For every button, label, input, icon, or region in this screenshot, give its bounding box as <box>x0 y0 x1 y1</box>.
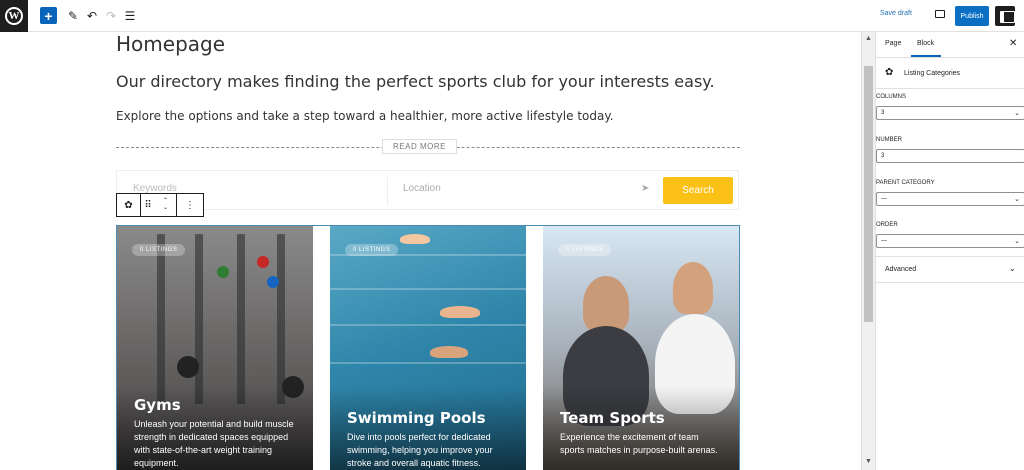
redo-icon[interactable]: ↷ <box>101 6 121 26</box>
card-title: Team Sports <box>560 409 665 427</box>
block-type-icon[interactable]: ✿ <box>117 194 141 216</box>
swimmer-graphic <box>440 306 480 318</box>
number-input[interactable]: 3 <box>876 149 1024 163</box>
add-block-icon[interactable]: + <box>40 7 57 24</box>
parent-category-value: — <box>881 196 887 202</box>
editor-top-toolbar: W + ✎ ↶ ↷ ☰ Save draft Publish <box>0 0 1024 32</box>
undo-icon[interactable]: ↶ <box>82 6 102 26</box>
save-draft-button[interactable]: Save draft <box>880 10 912 17</box>
listing-categories-block-icon: ✿ <box>885 67 894 78</box>
columns-value: 3 <box>881 110 885 116</box>
close-icon[interactable]: ✕ <box>1009 38 1017 49</box>
tab-block[interactable]: Block <box>917 40 934 47</box>
move-up-down-icon[interactable]: ⌃ ⌄ <box>155 194 177 216</box>
swimmer-graphic <box>400 234 430 244</box>
player-face-graphic <box>583 276 629 332</box>
gym-rack-graphic <box>157 234 165 404</box>
location-input[interactable]: Location <box>403 183 441 194</box>
listing-categories-block[interactable]: 0 LISTINGS Gyms Unleash your potential a… <box>116 225 740 470</box>
chevron-down-icon: ⌄ <box>1009 264 1016 273</box>
swimmer-graphic <box>430 346 468 358</box>
lane-line-graphic <box>330 362 526 364</box>
block-toolbar: ✿ ⠿ ⌃ ⌄ ⋮ <box>116 193 204 217</box>
locate-arrow-icon[interactable]: ➤ <box>641 183 649 194</box>
category-card-swimming-pools[interactable]: 0 LISTINGS Swimming Pools Dive into pool… <box>330 226 526 470</box>
lane-line-graphic <box>330 288 526 290</box>
order-select[interactable]: — ⌄ <box>876 234 1024 248</box>
card-title: Gyms <box>134 396 181 414</box>
order-value: — <box>881 238 887 244</box>
canvas-scrollbar[interactable]: ▲ ▼ <box>861 32 875 470</box>
gym-rack-graphic <box>277 234 285 404</box>
category-card-gyms[interactable]: 0 LISTINGS Gyms Unleash your potential a… <box>117 226 313 470</box>
scroll-down-arrow-icon[interactable]: ▼ <box>865 458 872 465</box>
number-value: 3 <box>881 153 885 159</box>
gym-rack-graphic <box>195 234 203 404</box>
listings-count-badge: 0 LISTINGS <box>132 244 186 256</box>
advanced-panel-toggle[interactable]: Advanced ⌄ <box>876 256 1024 283</box>
gym-rack-graphic <box>237 234 245 404</box>
page-title[interactable]: Homepage <box>116 32 225 56</box>
chevron-down-icon: ⌄ <box>1014 238 1020 245</box>
card-description: Experience the excitement of team sports… <box>560 432 718 455</box>
listings-count-badge: 0 LISTINGS <box>345 244 399 256</box>
card-description: Unleash your potential and build muscle … <box>134 419 294 468</box>
edit-tools-icon[interactable]: ✎ <box>63 6 83 26</box>
number-label: NUMBER <box>876 137 903 143</box>
search-button[interactable]: Search <box>663 177 733 204</box>
editor-canvas: Homepage Our directory makes finding the… <box>0 32 861 470</box>
scrollbar-thumb[interactable] <box>864 66 873 322</box>
scroll-up-arrow-icon[interactable]: ▲ <box>865 35 872 42</box>
document-overview-icon[interactable]: ☰ <box>120 6 140 26</box>
wordpress-logo-icon[interactable]: W <box>0 0 28 32</box>
parent-category-label: PARENT CATEGORY <box>876 180 935 186</box>
columns-select[interactable]: 3 ⌄ <box>876 106 1024 120</box>
medicine-ball-graphic <box>257 256 269 268</box>
lead-heading[interactable]: Our directory makes finding the perfect … <box>116 72 715 91</box>
tab-page[interactable]: Page <box>885 40 901 47</box>
category-card-team-sports[interactable]: 0 LISTINGS Team Sports Experience the ex… <box>543 226 739 470</box>
listing-search-form: Keywords Location ➤ Search <box>116 170 739 210</box>
weight-plate-graphic <box>177 356 199 378</box>
block-name: Listing Categories <box>904 70 961 77</box>
chevron-down-icon: ⌄ <box>1014 110 1020 117</box>
preview-icon[interactable] <box>935 10 945 18</box>
more-options-icon[interactable]: ⋮ <box>177 194 203 216</box>
medicine-ball-graphic <box>217 266 229 278</box>
columns-label: COLUMNS <box>876 94 907 100</box>
card-overlay <box>543 386 739 470</box>
sidebar-tabs: Page Block ✕ <box>876 32 1024 58</box>
active-tab-indicator <box>911 55 941 57</box>
search-divider <box>387 177 388 205</box>
settings-sidebar: Page Block ✕ ✿ Listing Categories COLUMN… <box>875 32 1024 470</box>
lane-line-graphic <box>330 324 526 326</box>
chevron-down-icon: ⌄ <box>1014 196 1020 203</box>
publish-button[interactable]: Publish <box>955 6 989 26</box>
settings-sidebar-icon[interactable] <box>995 6 1015 26</box>
order-label: ORDER <box>876 222 898 228</box>
player-face-graphic <box>673 262 713 314</box>
drag-handle-icon[interactable]: ⠿ <box>141 194 155 216</box>
advanced-label: Advanced <box>885 266 917 273</box>
card-title: Swimming Pools <box>347 409 486 427</box>
listings-count-badge: 0 LISTINGS <box>558 244 612 256</box>
description-paragraph[interactable]: Explore the options and take a step towa… <box>116 109 614 123</box>
card-description: Dive into pools perfect for dedicated sw… <box>347 432 493 468</box>
medicine-ball-graphic <box>267 276 279 288</box>
block-card: ✿ Listing Categories <box>876 58 1024 89</box>
read-more-label[interactable]: READ MORE <box>382 139 457 154</box>
parent-category-select[interactable]: — ⌄ <box>876 192 1024 206</box>
